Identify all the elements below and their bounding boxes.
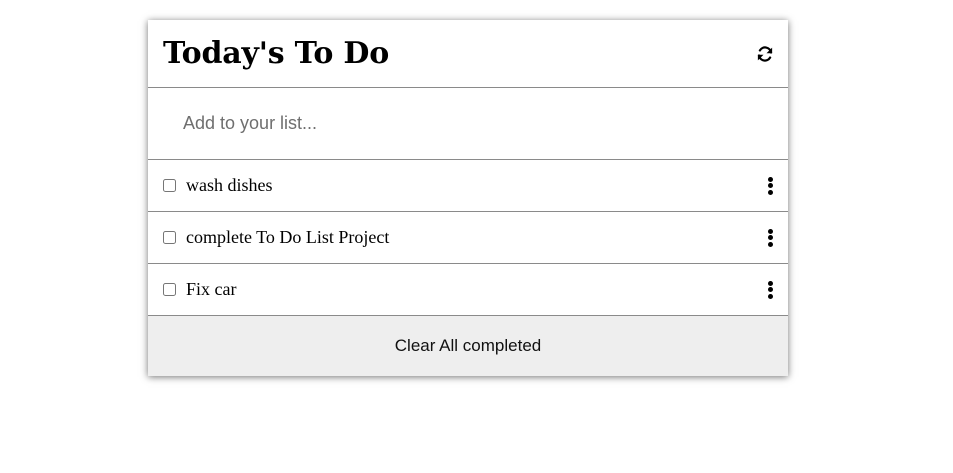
more-options-icon[interactable] [766, 280, 774, 299]
todo-checkbox[interactable] [163, 231, 176, 244]
todo-checkbox[interactable] [163, 283, 176, 296]
clear-completed-button[interactable]: Clear All completed [148, 316, 788, 376]
todo-card: Today's To Do wash dishes complete To Do… [148, 20, 788, 376]
todo-item: wash dishes [148, 160, 788, 212]
todo-item: Fix car [148, 264, 788, 316]
todo-list: wash dishes complete To Do List Project … [148, 160, 788, 316]
todo-text: complete To Do List Project [186, 227, 390, 247]
more-options-icon[interactable] [766, 176, 774, 195]
todo-text: Fix car [186, 279, 237, 299]
add-todo-input[interactable] [148, 88, 788, 159]
todo-text: wash dishes [186, 175, 273, 195]
refresh-icon[interactable] [756, 45, 774, 63]
add-item-row [148, 88, 788, 160]
todo-checkbox[interactable] [163, 179, 176, 192]
more-options-icon[interactable] [766, 228, 774, 247]
todo-item: complete To Do List Project [148, 212, 788, 264]
clear-completed-label: Clear All completed [394, 336, 542, 355]
todo-header: Today's To Do [148, 20, 788, 88]
page-title: Today's To Do [163, 36, 390, 71]
